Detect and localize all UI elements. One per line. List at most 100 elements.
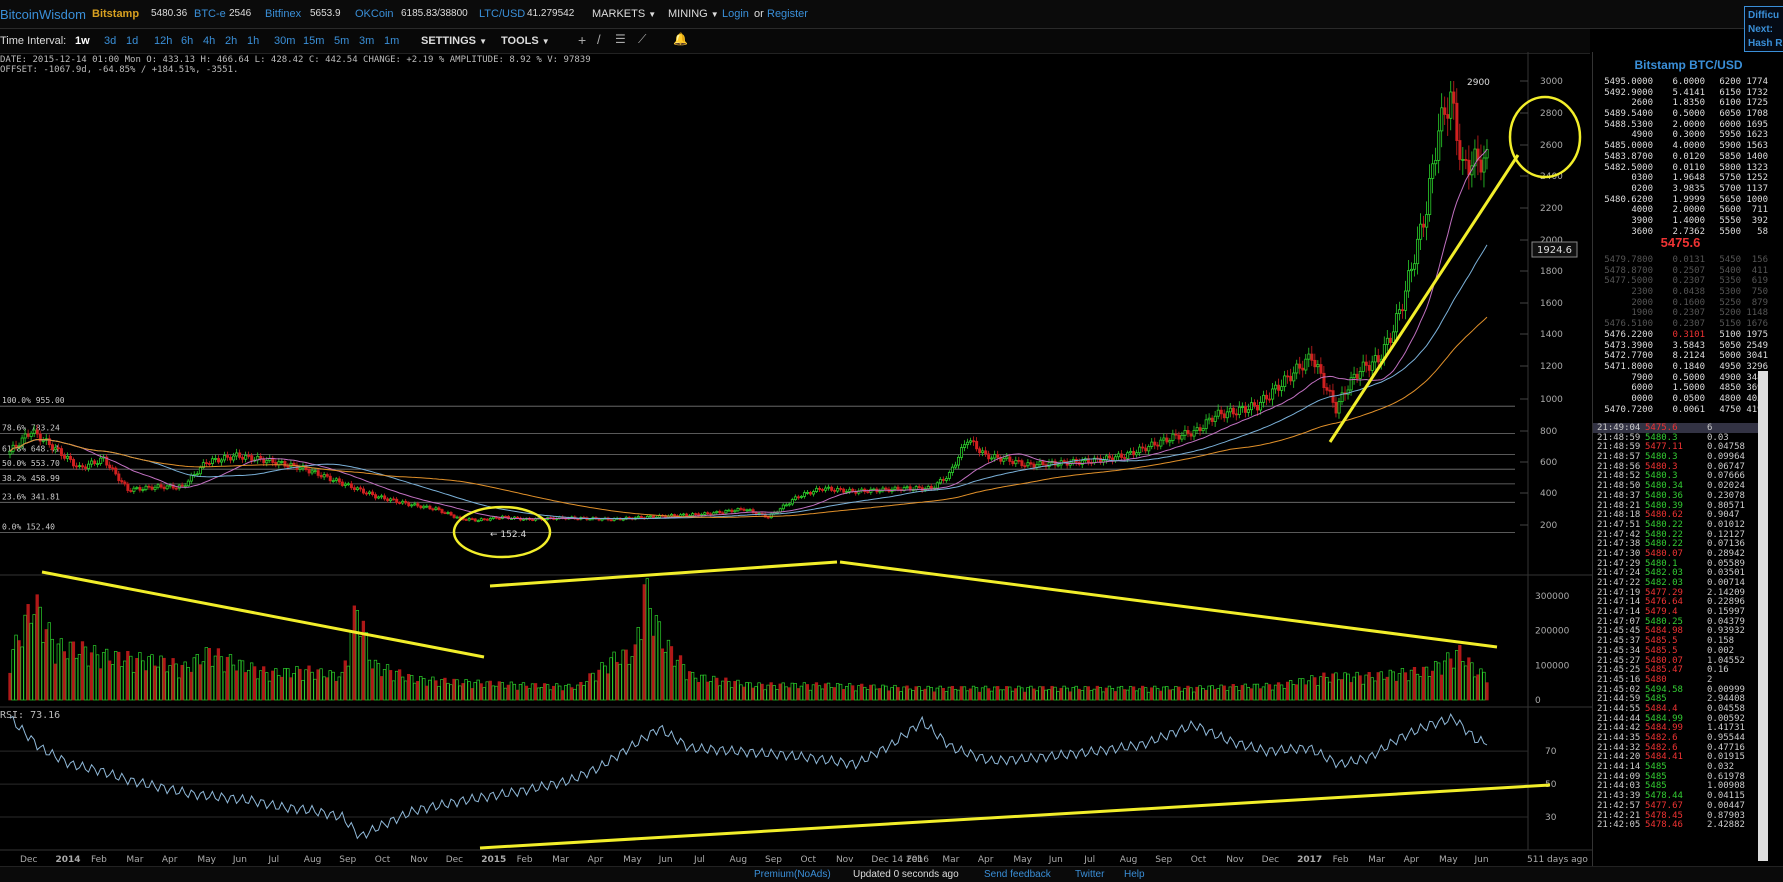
volume-bar xyxy=(1412,666,1417,701)
candle-body xyxy=(1431,163,1435,179)
price-chart[interactable]: 100.0% 955.0078.6% 783.2461.8% 648.4150.… xyxy=(0,0,1592,866)
trade-cell: 21:44:14 xyxy=(1597,762,1641,773)
volume-bar xyxy=(1080,690,1084,701)
candle-body xyxy=(50,444,54,451)
candle-body xyxy=(1201,428,1205,432)
book-cell: 5050 xyxy=(1719,340,1741,351)
candle-body xyxy=(691,513,695,517)
candle-body xyxy=(1195,427,1199,431)
volume-bar xyxy=(500,682,504,701)
bid-row: 5476.5100 0.2307 5150 1676 xyxy=(1593,319,1768,330)
volume-bar xyxy=(419,676,423,701)
volume-bar xyxy=(1008,686,1012,701)
candle-body xyxy=(972,440,976,443)
candle-body xyxy=(440,509,444,514)
volume-bar xyxy=(41,641,45,701)
candle-body xyxy=(1159,439,1163,447)
volume-bar xyxy=(1023,691,1027,701)
volume-bar xyxy=(105,648,109,701)
volume-bar xyxy=(772,685,776,701)
trade-cell: 5484.99 xyxy=(1645,713,1683,724)
volume-bar xyxy=(234,670,239,701)
volume-bar xyxy=(642,584,646,701)
candle-body xyxy=(470,518,474,520)
book-cell: 1676 xyxy=(1746,319,1768,330)
volume-bar xyxy=(1319,676,1323,701)
candle-body xyxy=(727,509,731,512)
volume-bar xyxy=(47,622,51,701)
volume-bar xyxy=(1295,684,1299,701)
candle-body xyxy=(522,518,526,521)
candle-body xyxy=(1283,375,1287,387)
candle-body xyxy=(1168,440,1172,443)
candle-body xyxy=(978,448,982,454)
volume-bar xyxy=(319,668,323,701)
volume-bar xyxy=(808,689,813,701)
candle-body xyxy=(787,503,791,506)
volume-bar xyxy=(50,638,54,701)
volume-bar xyxy=(527,688,532,701)
volume-bar xyxy=(697,682,701,701)
help-link[interactable]: Help xyxy=(1124,869,1145,880)
volume-bar xyxy=(866,689,870,701)
volume-bar xyxy=(1328,681,1332,701)
candle-body xyxy=(1373,355,1377,363)
trade-row: 21:44:32 5482.6 0.47716 xyxy=(1593,743,1768,753)
candle-body xyxy=(488,518,492,521)
candle-body xyxy=(108,464,112,469)
trade-cell: 5485 xyxy=(1645,694,1667,705)
candle-body xyxy=(428,505,432,510)
ask-row: 5489.5400 0.5000 6050 1708 xyxy=(1593,109,1768,120)
volume-bar xyxy=(1032,688,1036,701)
volume-bar xyxy=(1255,683,1260,701)
difficulty-box[interactable]: Difficu Next: Hash R xyxy=(1744,6,1783,52)
candle-body xyxy=(217,458,221,463)
book-cell: 0.5000 xyxy=(1672,372,1705,383)
premium-link[interactable]: Premium(NoAds) xyxy=(754,869,831,880)
axes: 2004006008001000120014001600180020002200… xyxy=(20,77,1588,865)
candle-body xyxy=(884,487,888,490)
trade-row: 21:45:45 5484.98 0.93932 xyxy=(1593,626,1768,636)
x-tick-label: Feb xyxy=(907,855,923,865)
volume-bar xyxy=(337,676,341,701)
fib-label: 38.2% 458.99 xyxy=(2,474,60,483)
candle-body xyxy=(754,512,758,515)
volume-bar xyxy=(38,606,42,701)
feedback-link[interactable]: Send feedback xyxy=(984,869,1051,880)
candle-body xyxy=(250,455,254,461)
candle-body xyxy=(14,444,18,447)
volume-bar xyxy=(745,681,749,701)
trade-cell: 5478.44 xyxy=(1645,791,1683,802)
book-cell: 4900 xyxy=(1719,372,1741,383)
book-cell: 5482.5000 xyxy=(1604,162,1653,173)
volume-bar xyxy=(11,649,15,701)
candle-body xyxy=(446,512,450,514)
x-tick-label: Jun xyxy=(1474,855,1489,865)
book-cell: 5450 xyxy=(1719,255,1741,265)
volume-bar xyxy=(935,687,939,701)
volume-bar xyxy=(1125,689,1130,701)
trade-cell: 5485 xyxy=(1645,781,1667,792)
volume-bar xyxy=(479,683,483,701)
trade-row: 21:44:59 5485 2.94408 xyxy=(1593,694,1768,704)
volume-bar xyxy=(71,641,76,701)
volume-bar xyxy=(1322,672,1326,701)
candle-body xyxy=(340,481,344,486)
candle-body xyxy=(1464,159,1468,161)
volume-bar xyxy=(1231,684,1235,701)
volume-bar xyxy=(476,679,480,701)
x-tick-label: Dec xyxy=(20,855,37,865)
ask-row: 0300 1.9648 5750 1252 xyxy=(1593,173,1768,184)
volume-bar xyxy=(971,685,976,701)
book-cell: 2000 xyxy=(1631,297,1653,308)
candle-body xyxy=(1237,406,1241,416)
volume-bar xyxy=(977,691,982,701)
volume-bar xyxy=(198,664,202,701)
trades-scrollbar[interactable] xyxy=(1758,371,1768,861)
volume-tick-label: 300000 xyxy=(1535,592,1570,602)
volume-bar xyxy=(932,691,936,701)
volume-bar xyxy=(1207,685,1211,701)
trade-cell: 5480.07 xyxy=(1645,655,1683,666)
twitter-link[interactable]: Twitter xyxy=(1075,869,1104,880)
candle-body xyxy=(377,496,381,499)
